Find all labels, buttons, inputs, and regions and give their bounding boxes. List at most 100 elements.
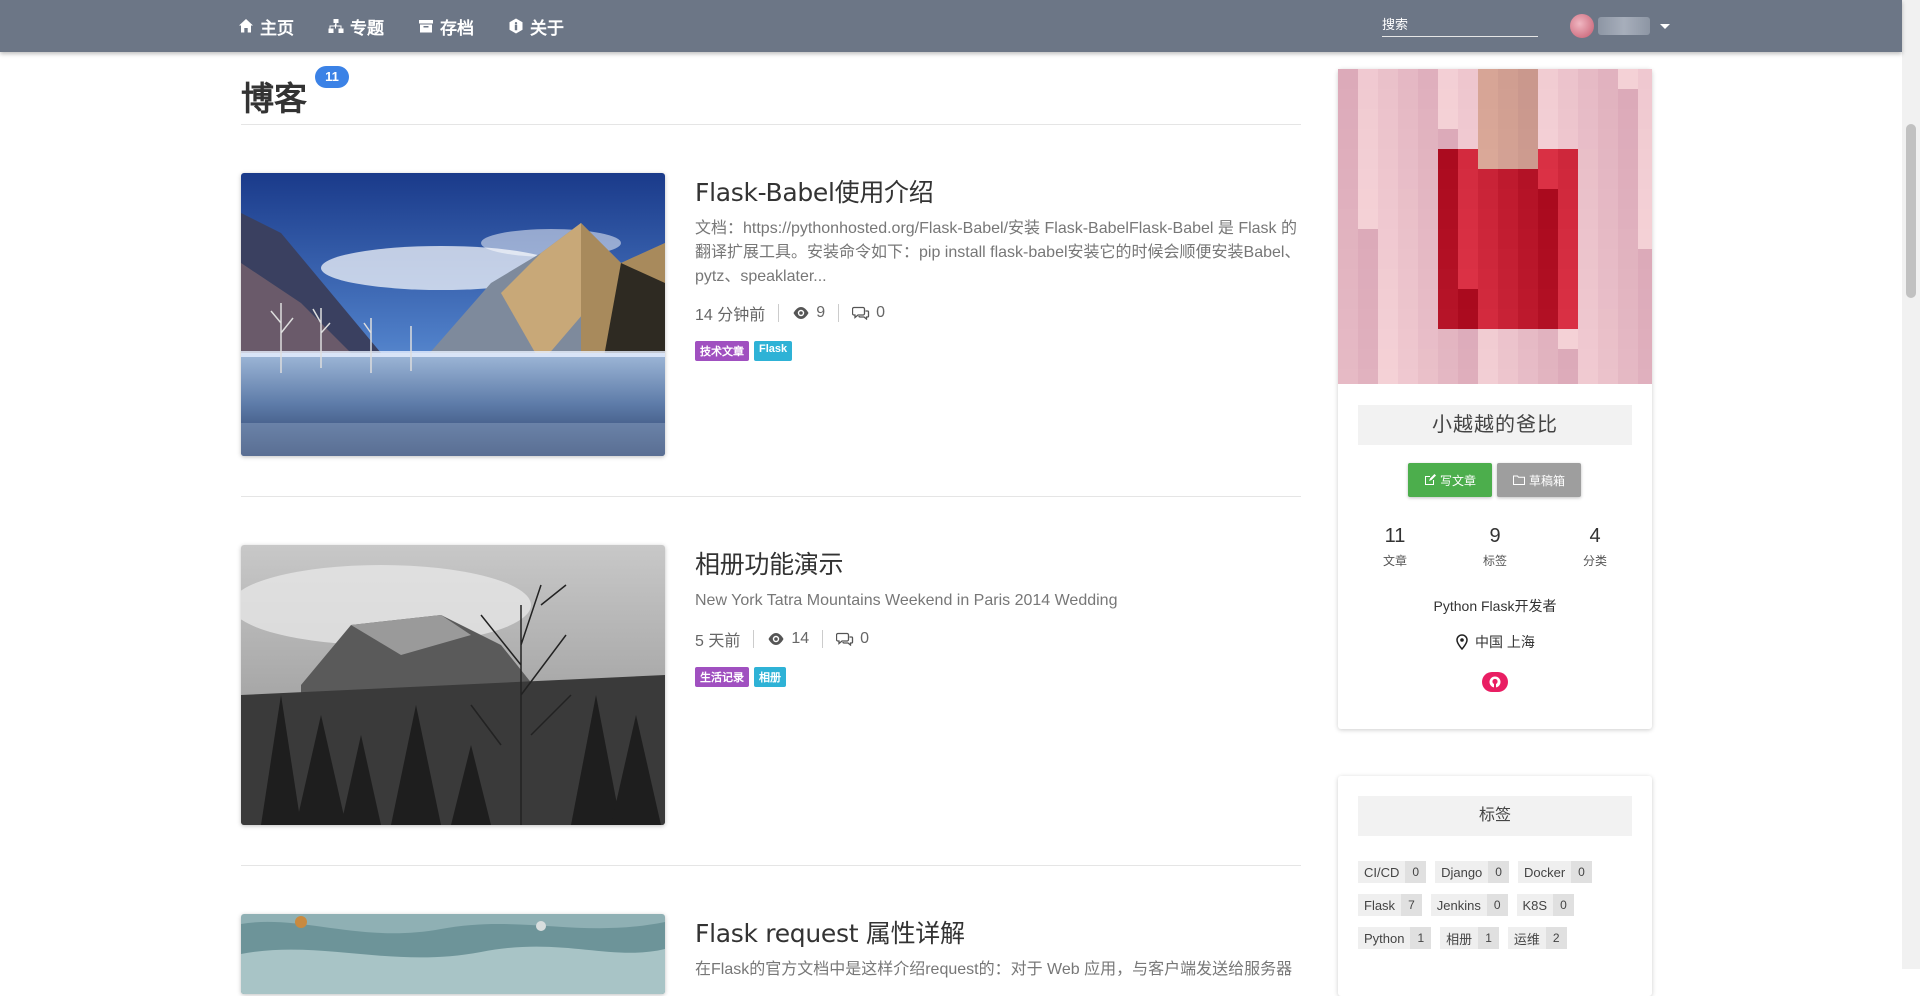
profile-photo-image xyxy=(1338,69,1652,384)
eye-icon xyxy=(793,307,809,319)
page-scrollbar[interactable] xyxy=(1902,0,1920,969)
write-post-button[interactable]: 写文章 xyxy=(1408,463,1492,497)
write-post-label: 写文章 xyxy=(1439,473,1476,488)
home-icon xyxy=(239,19,253,33)
category-tag[interactable]: 生活记录 xyxy=(695,667,749,687)
tag-count: 0 xyxy=(1405,861,1427,883)
stat-number: 4 xyxy=(1589,525,1601,547)
post-body: Flask request 属性详解 在Flask的官方文档中是这样介绍requ… xyxy=(695,914,1301,982)
tag-count: 0 xyxy=(1486,894,1508,916)
user-name-blurred xyxy=(1598,17,1650,35)
tag-count: 1 xyxy=(1410,927,1432,949)
github-icon xyxy=(1489,676,1501,688)
github-link-button[interactable] xyxy=(1482,672,1508,692)
tag-count: 0 xyxy=(1553,894,1574,916)
tag-count: 7 xyxy=(1401,894,1422,916)
post-thumbnail[interactable] xyxy=(241,914,665,994)
nav-item-about[interactable]: 关于 xyxy=(508,14,564,39)
rock-texture-image xyxy=(241,914,665,994)
mountain-lake-image xyxy=(241,173,665,456)
post-summary: New York Tatra Mountains Weekend in Pari… xyxy=(695,592,1118,609)
profile-photo-pixelated xyxy=(1338,69,1652,384)
stat-posts[interactable]: 11 文章 xyxy=(1350,525,1440,569)
post-body: Flask-Babel使用介绍 文档：https://pythonhosted.… xyxy=(695,173,1301,361)
meta-divider xyxy=(778,304,780,322)
tags-card: 标签 CI/CD 0 Django 0 Docker 0 Flask 7 Jenkins… xyxy=(1338,776,1652,996)
tag-item[interactable]: 相册 1 xyxy=(1440,927,1499,949)
drafts-button[interactable]: 草稿箱 xyxy=(1497,463,1581,497)
location-text: 中国 上海 xyxy=(1475,634,1535,650)
mountain-forest-image xyxy=(241,545,665,825)
post-meta: 14 分钟前 9 0 xyxy=(695,301,1301,325)
tag-name: K8S xyxy=(1522,897,1548,913)
post-comments: 0 xyxy=(876,304,886,321)
post-title[interactable]: Flask-Babel使用介绍 xyxy=(695,173,1301,209)
tag-item[interactable]: K8S 0 xyxy=(1516,894,1574,916)
post-item: Flask request 属性详解 在Flask的官方文档中是这样介绍requ… xyxy=(241,914,1301,994)
profile-card: 小越越的爸比 写文章 草稿箱 11 文章 9 标签 4 分类 Python Fl… xyxy=(1338,69,1652,729)
tags-card-title: 标签 xyxy=(1358,796,1632,836)
post-divider xyxy=(241,496,1301,497)
page-header: 博客 11 xyxy=(241,66,1301,125)
post-divider xyxy=(241,865,1301,866)
topic-tag[interactable]: 相册 xyxy=(754,667,786,687)
comments-icon xyxy=(852,306,870,320)
nav-item-label: 主页 xyxy=(260,18,294,38)
stat-label: 文章 xyxy=(1382,554,1407,568)
profile-name: 小越越的爸比 xyxy=(1358,405,1632,445)
post-tags: 生活记录 相册 xyxy=(695,667,1301,687)
tag-name: 运维 xyxy=(1513,931,1540,947)
page-title: 博客 xyxy=(241,79,307,118)
tag-item[interactable]: Jenkins 0 xyxy=(1430,894,1508,916)
map-pin-icon xyxy=(1456,634,1468,650)
tag-name: Flask xyxy=(1364,897,1396,913)
tag-item[interactable]: Flask 7 xyxy=(1358,894,1422,916)
stat-tags[interactable]: 9 标签 xyxy=(1450,525,1540,569)
post-title[interactable]: 相册功能演示 xyxy=(695,545,1301,581)
category-tag[interactable]: 技术文章 xyxy=(695,341,749,361)
tag-item[interactable]: Django 0 xyxy=(1435,861,1509,883)
tag-count: 0 xyxy=(1488,861,1509,883)
info-icon xyxy=(509,18,523,34)
post-meta: 5 天前 14 0 xyxy=(695,627,1301,651)
tag-count: 2 xyxy=(1545,927,1567,949)
user-menu-dropdown[interactable] xyxy=(1570,14,1670,38)
topic-tag[interactable]: Flask xyxy=(754,341,793,361)
comments-icon xyxy=(836,632,854,646)
tag-cloud: CI/CD 0 Django 0 Docker 0 Flask 7 Jenkins 0 K… xyxy=(1358,861,1648,960)
meta-divider xyxy=(822,630,824,648)
stat-categories[interactable]: 4 分类 xyxy=(1550,525,1640,569)
stat-label: 分类 xyxy=(1582,554,1607,568)
stat-label: 标签 xyxy=(1482,554,1507,568)
profile-bio: Python Flask开发者 xyxy=(1433,598,1557,614)
scrollbar-thumb[interactable] xyxy=(1906,124,1916,298)
nav-item-archive[interactable]: 存档 xyxy=(418,14,474,39)
stat-number: 11 xyxy=(1384,525,1406,547)
post-tags: 技术文章 Flask xyxy=(695,341,1301,361)
sitemap-icon xyxy=(328,19,344,33)
tag-item[interactable]: Python 1 xyxy=(1358,927,1432,949)
nav-menu: 主页 专题 存档 关于 xyxy=(238,0,598,52)
post-title[interactable]: Flask request 属性详解 xyxy=(695,914,1301,950)
top-navbar: 主页 专题 存档 关于 xyxy=(0,0,1902,52)
nav-item-topics[interactable]: 专题 xyxy=(328,14,384,39)
tag-item[interactable]: Docker 0 xyxy=(1517,861,1592,883)
tag-item[interactable]: CI/CD 0 xyxy=(1358,861,1427,883)
stat-number: 9 xyxy=(1489,525,1501,547)
chevron-down-icon xyxy=(1660,23,1670,29)
tag-name: Python xyxy=(1364,930,1405,946)
tag-item[interactable]: 运维 2 xyxy=(1507,927,1567,949)
post-thumbnail[interactable] xyxy=(241,545,665,825)
post-time: 14 分钟前 xyxy=(695,307,766,324)
post-count-badge: 11 xyxy=(315,66,349,88)
post-body: 相册功能演示 New York Tatra Mountains Weekend … xyxy=(695,545,1301,687)
avatar xyxy=(1570,14,1594,38)
post-item: 相册功能演示 New York Tatra Mountains Weekend … xyxy=(241,545,1301,825)
nav-item-home[interactable]: 主页 xyxy=(238,14,294,39)
post-thumbnail[interactable] xyxy=(241,173,665,456)
tag-count: 1 xyxy=(1478,927,1499,949)
search-input[interactable] xyxy=(1382,12,1538,37)
meta-divider xyxy=(753,630,755,648)
tag-name: Jenkins xyxy=(1436,897,1481,913)
post-views: 14 xyxy=(791,630,810,647)
